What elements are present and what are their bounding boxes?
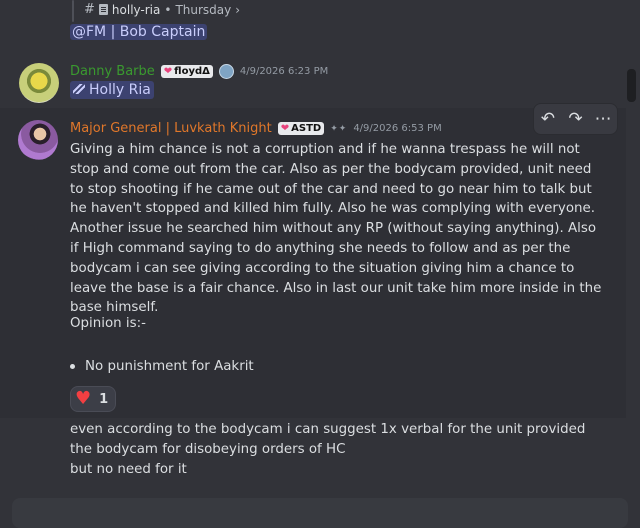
more-icon[interactable]: ⋯: [591, 105, 615, 133]
reaction-count: 1: [99, 391, 109, 407]
thread-reference[interactable]: # holly-ria • Thursday ›: [84, 2, 240, 17]
heart-icon: ❤: [280, 123, 290, 134]
server-tag-label: floydΔ: [174, 66, 210, 77]
heart-icon: ♥: [75, 388, 92, 409]
role-badge-icon: [218, 64, 234, 79]
avatar[interactable]: [18, 120, 58, 160]
opinion-text: Opinion is:-: [70, 316, 146, 331]
reply-icon[interactable]: ↶: [536, 105, 560, 133]
chevron-right-icon: ›: [235, 2, 241, 17]
mention-label: Holly Ria: [89, 82, 151, 98]
thread-line: [72, 0, 74, 22]
scrollbar-thumb[interactable]: [627, 69, 636, 102]
message-composer[interactable]: [12, 498, 628, 528]
role-icon: [73, 84, 85, 94]
mention-fm[interactable]: @FM | Bob Captain: [70, 24, 208, 40]
message-header: Major General | Luvkath Knight ❤ ASTD ✦✦…: [70, 121, 442, 136]
server-tag[interactable]: ❤ floydΔ: [160, 65, 213, 78]
thread-channel-name: holly-ria: [111, 2, 161, 17]
message-toolbar: ↶ ↷ ⋯: [533, 103, 618, 135]
separator: •: [164, 2, 172, 17]
list-item-text: No punishment for Aakrit: [85, 359, 254, 374]
message-text: but no need for it: [70, 462, 187, 477]
avatar[interactable]: [19, 63, 59, 103]
message-text: even according to the bodycam i can sugg…: [70, 422, 586, 457]
reaction-heart[interactable]: ♥ 1: [70, 386, 116, 412]
timestamp[interactable]: 4/9/2026 6:53 PM: [353, 123, 441, 134]
heart-icon: ❤: [163, 66, 173, 77]
document-icon: [98, 4, 108, 15]
thread-day: Thursday: [175, 2, 232, 17]
mention-holly-ria[interactable]: Holly Ria: [70, 81, 154, 99]
bullet-icon: [70, 364, 75, 369]
list-item: No punishment for Aakrit: [70, 359, 254, 374]
hash-icon: #: [84, 2, 95, 17]
author-name[interactable]: Major General | Luvkath Knight: [70, 121, 272, 136]
timestamp[interactable]: 4/9/2026 6:23 PM: [240, 66, 328, 77]
forward-icon[interactable]: ↷: [563, 105, 587, 133]
message-text: Giving a him chance is not a corruption …: [70, 142, 602, 316]
server-tag-label: ASTD: [291, 123, 322, 134]
sparkle-icon: ✦✦: [330, 123, 348, 134]
server-tag[interactable]: ❤ ASTD: [277, 122, 325, 135]
message-header: Danny Barbe ❤ floydΔ 4/9/2026 6:23 PM: [70, 64, 328, 79]
author-name[interactable]: Danny Barbe: [70, 64, 155, 79]
message-body: Giving a him chance is not a corruption …: [70, 140, 605, 318]
